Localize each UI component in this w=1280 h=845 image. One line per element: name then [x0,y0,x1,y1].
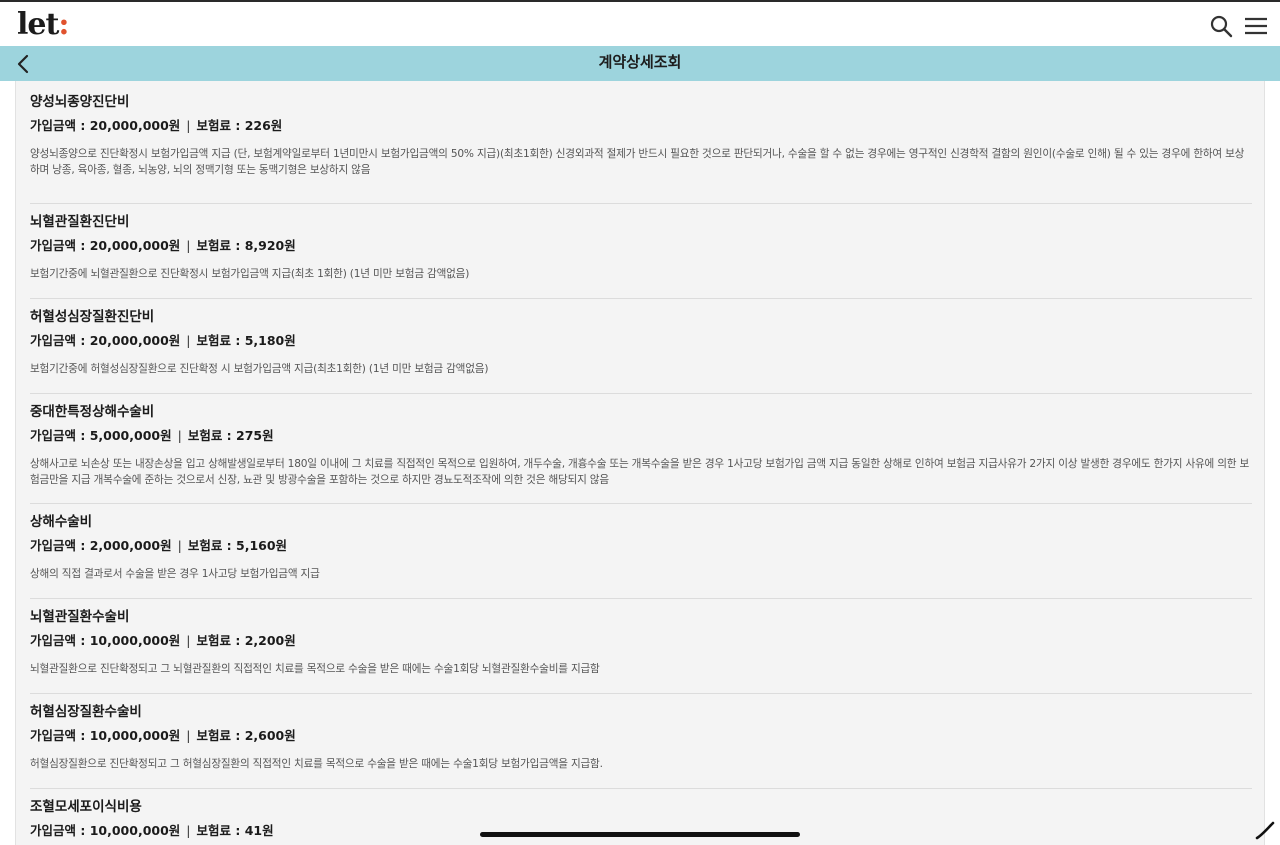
amount-value: 20,000,000원 [89,333,181,348]
coverage-name: 뇌혈관질환진단비 [30,214,130,230]
premium-value: 8,920원 [244,238,296,253]
amount-label: 가입금액 : [30,728,90,743]
separator: | [186,238,191,253]
back-icon[interactable] [14,54,34,74]
page-title: 계약상세조회 [598,53,682,71]
coverage-amounts: 가입금액 : 20,000,000원 | 보험료 : 5,180원 [30,332,296,350]
logo-colon: : [58,7,69,42]
amount-label: 가입금액 : [30,428,90,443]
let-logo[interactable]: let: [17,7,69,42]
amount-label: 가입금액 : [30,633,90,648]
title-bar: 계약상세조회 [0,46,1280,81]
coverage-description: 뇌혈관질환으로 진단확정되고 그 뇌혈관질환의 직접적인 치료를 목적으로 수술… [30,663,600,675]
coverage-item: 중대한특정상해수술비 가입금액 : 5,000,000원 | 보험료 : 275원 … [30,394,1252,504]
top-header: let: [0,0,1280,46]
premium-value: 5,160원 [236,538,288,553]
amount-label: 가입금액 : [30,118,90,133]
coverage-item: 뇌혈관질환수술비 가입금액 : 10,000,000원 | 보험료 : 2,200원… [30,599,1252,694]
coverage-name: 상해수술비 [30,514,93,530]
coverage-amounts: 가입금액 : 5,000,000원 | 보험료 : 275원 [30,427,274,445]
amount-value: 20,000,000원 [89,118,181,133]
separator: | [177,428,182,443]
premium-label: 보험료 : [196,823,245,838]
premium-label: 보험료 : [187,428,237,443]
premium-label: 보험료 : [187,538,237,553]
premium-value: 2,200원 [244,633,296,648]
premium-label: 보험료 : [196,333,245,348]
coverage-item: 상해수술비 가입금액 : 2,000,000원 | 보험료 : 5,160원 상해의… [30,504,1252,599]
amount-value: 10,000,000원 [89,633,181,648]
amount-label: 가입금액 : [30,333,90,348]
coverage-item: 허혈성심장질환진단비 가입금액 : 20,000,000원 | 보험료 : 5,18… [30,299,1252,394]
pencil-icon[interactable] [1254,820,1276,840]
coverage-description: 양성뇌종양으로 진단확정시 보험가입금액 지급 (단, 보험계약일로부터 1년미… [30,148,1245,176]
coverage-name: 중대한특정상해수술비 [30,404,155,420]
coverage-item: 허혈심장질환수술비 가입금액 : 10,000,000원 | 보험료 : 2,600… [30,694,1252,789]
separator: | [186,728,191,743]
coverage-amounts: 가입금액 : 2,000,000원 | 보험료 : 5,160원 [30,537,287,555]
coverage-amounts: 가입금액 : 10,000,000원 | 보험료 : 2,600원 [30,727,296,745]
premium-value: 41원 [244,823,274,838]
coverage-name: 허혈성심장질환진단비 [30,309,155,325]
amount-label: 가입금액 : [30,823,90,838]
premium-label: 보험료 : [196,728,245,743]
amount-label: 가입금액 : [30,238,90,253]
separator: | [186,823,191,838]
coverage-description: 상해의 직접 결과로서 수술을 받은 경우 1사고당 보험가입금액 지급 [30,568,320,580]
premium-label: 보험료 : [196,633,245,648]
premium-label: 보험료 : [196,118,245,133]
coverage-description: 보험기간중에 허혈성심장질환으로 진단확정 시 보험가입금액 지급(최초1회한)… [30,363,489,375]
amount-value: 5,000,000원 [89,428,172,443]
coverage-description: 허혈심장질환으로 진단확정되고 그 허혈심장질환의 직접적인 치료를 목적으로 … [30,758,603,770]
premium-value: 2,600원 [244,728,296,743]
coverage-name: 양성뇌종양진단비 [30,94,130,110]
premium-value: 5,180원 [244,333,296,348]
coverage-amounts: 가입금액 : 10,000,000원 | 보험료 : 2,200원 [30,632,296,650]
premium-value: 226원 [244,118,283,133]
separator: | [186,333,191,348]
coverage-name: 조혈모세포이식비용 [30,799,142,815]
amount-value: 20,000,000원 [89,238,181,253]
coverage-amounts: 가입금액 : 10,000,000원 | 보험료 : 41원 [30,822,274,840]
amount-value: 10,000,000원 [89,823,181,838]
menu-icon[interactable] [1244,15,1268,37]
separator: | [186,633,191,648]
coverage-description: 보험기간중에 뇌혈관질환으로 진단확정시 보험가입금액 지급(최초 1회한) (… [30,268,470,280]
coverage-name: 허혈심장질환수술비 [30,704,142,720]
coverage-item: 뇌혈관질환진단비 가입금액 : 20,000,000원 | 보험료 : 8,920원… [30,204,1252,299]
logo-text: let [17,7,59,42]
home-indicator[interactable] [480,832,800,837]
separator: | [177,538,182,553]
premium-label: 보험료 : [196,238,245,253]
separator: | [186,118,191,133]
contract-detail-list[interactable]: 양성뇌종양진단비 가입금액 : 20,000,000원 | 보험료 : 226원 양… [15,81,1265,845]
coverage-amounts: 가입금액 : 20,000,000원 | 보험료 : 8,920원 [30,237,296,255]
amount-value: 2,000,000원 [89,538,172,553]
amount-value: 10,000,000원 [89,728,181,743]
coverage-name: 뇌혈관질환수술비 [30,609,130,625]
coverage-description: 상해사고로 뇌손상 또는 내장손상을 입고 상해발생일로부터 180일 이내에 … [30,458,1250,486]
coverage-item: 양성뇌종양진단비 가입금액 : 20,000,000원 | 보험료 : 226원 양… [30,93,1252,204]
premium-value: 275원 [236,428,274,443]
amount-label: 가입금액 : [30,538,90,553]
search-icon[interactable] [1209,14,1233,38]
coverage-amounts: 가입금액 : 20,000,000원 | 보험료 : 226원 [30,117,282,135]
